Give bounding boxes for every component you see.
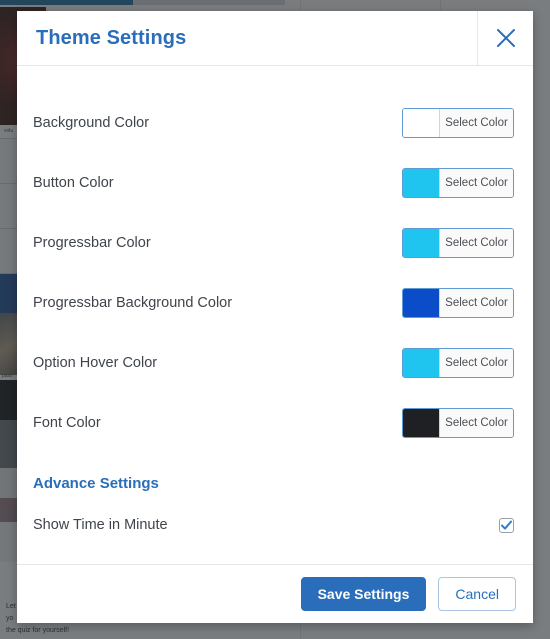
check-icon [500, 519, 513, 532]
setting-row-progressbar-background-color: Progressbar Background Color Select Colo… [33, 273, 514, 333]
setting-label: Option Hover Color [33, 355, 158, 371]
setting-row-progressbar-color: Progressbar Color Select Color [33, 213, 514, 273]
setting-label: Progressbar Background Color [33, 295, 233, 311]
setting-label: Font Color [33, 415, 101, 431]
dialog-footer: Save Settings Cancel [17, 564, 533, 623]
color-picker-progressbar-background-color[interactable]: Select Color [402, 288, 514, 318]
save-settings-button[interactable]: Save Settings [300, 577, 427, 611]
setting-label: Show Time in Minute [33, 517, 168, 533]
color-swatch [403, 109, 440, 137]
page-title: Theme Settings [36, 26, 187, 49]
setting-label: Button Color [33, 175, 114, 191]
setting-label: Progressbar Color [33, 235, 151, 251]
setting-label: Background Color [33, 115, 150, 131]
color-picker-progressbar-color[interactable]: Select Color [402, 228, 514, 258]
setting-row-show-time-in-minute: Show Time in Minute [33, 501, 514, 549]
color-swatch [403, 409, 440, 437]
select-color-button[interactable]: Select Color [440, 289, 513, 317]
setting-row-background-color: Background Color Select Color [33, 93, 514, 153]
color-swatch [403, 169, 440, 197]
advance-settings-heading: Advance Settings [33, 474, 159, 492]
color-picker-button-color[interactable]: Select Color [402, 168, 514, 198]
close-button[interactable] [477, 11, 533, 65]
color-picker-background-color[interactable]: Select Color [402, 108, 514, 138]
dialog-body: Background Color Select Color Button Col… [17, 66, 533, 564]
color-swatch [403, 289, 440, 317]
select-color-button[interactable]: Select Color [440, 229, 513, 257]
setting-row-option-hover-color: Option Hover Color Select Color [33, 333, 514, 393]
close-icon [495, 27, 517, 49]
select-color-button[interactable]: Select Color [440, 109, 513, 137]
theme-settings-dialog: Theme Settings Background Color Select C… [17, 11, 533, 623]
color-swatch [403, 349, 440, 377]
select-color-button[interactable]: Select Color [440, 349, 513, 377]
setting-row-font-color: Font Color Select Color [33, 393, 514, 453]
color-picker-option-hover-color[interactable]: Select Color [402, 348, 514, 378]
cancel-button[interactable]: Cancel [438, 577, 516, 611]
color-swatch [403, 229, 440, 257]
setting-row-button-color: Button Color Select Color [33, 153, 514, 213]
show-time-in-minute-checkbox[interactable] [499, 517, 514, 533]
select-color-button[interactable]: Select Color [440, 169, 513, 197]
select-color-button[interactable]: Select Color [440, 409, 513, 437]
dialog-header: Theme Settings [17, 11, 533, 66]
color-picker-font-color[interactable]: Select Color [402, 408, 514, 438]
